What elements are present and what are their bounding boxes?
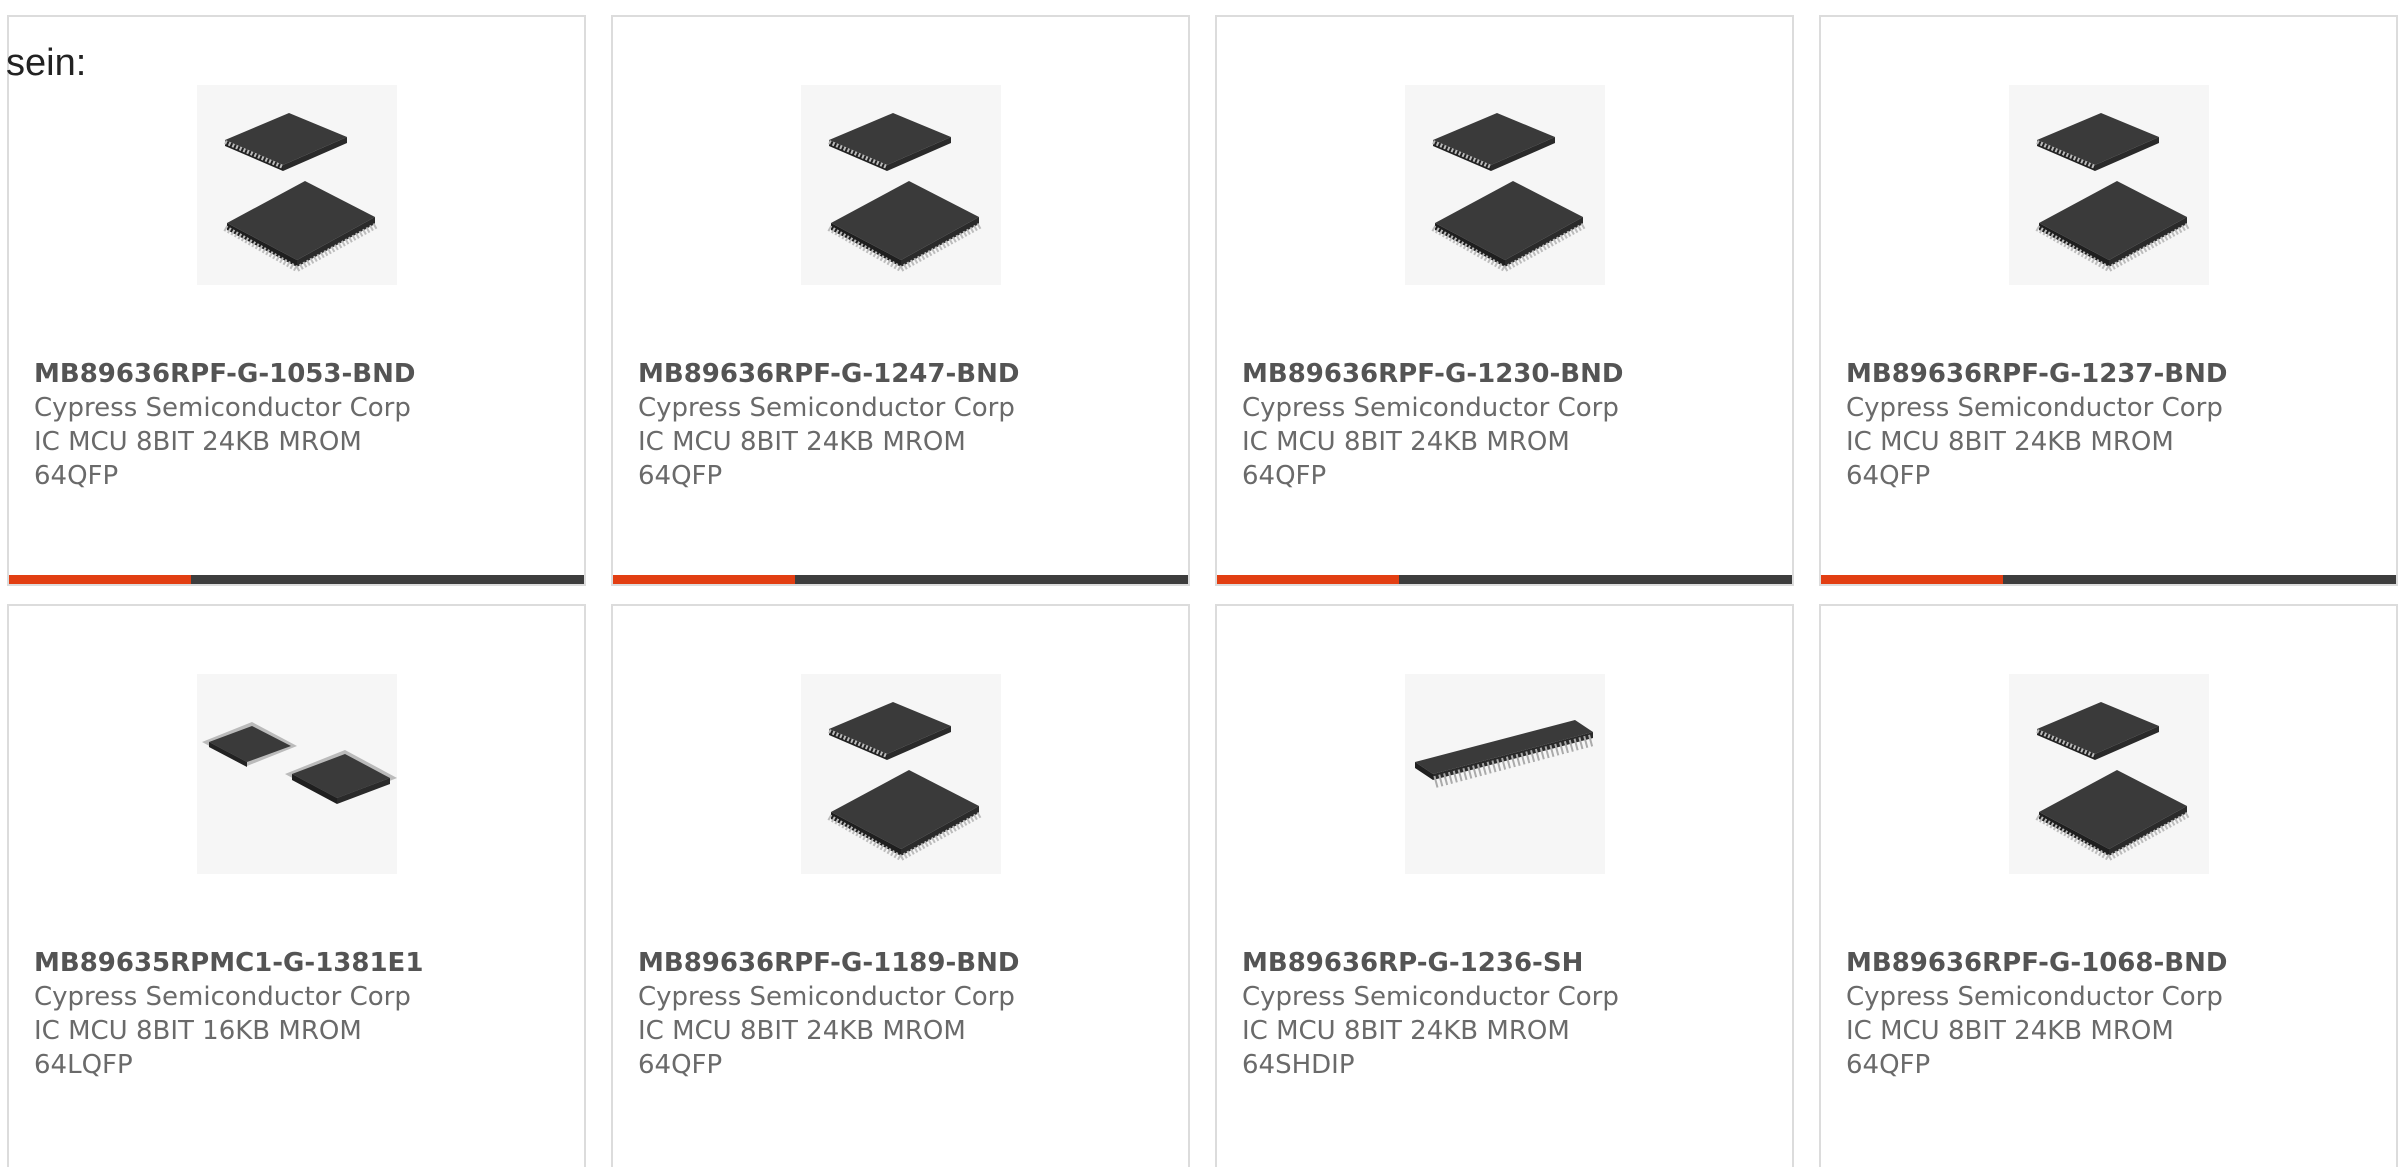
shdip-chip-icon[interactable] xyxy=(1404,674,1605,874)
product-description: IC MCU 8BIT 24KB MROM 64QFP xyxy=(638,1016,966,1080)
lqfp-chip-icon[interactable] xyxy=(196,674,397,874)
manufacturer: Cypress Semiconductor Corp xyxy=(1846,393,2223,423)
manufacturer: Cypress Semiconductor Corp xyxy=(1846,982,2223,1012)
card-bottom-bar xyxy=(1821,575,2396,584)
product-card[interactable]: MB89636RP-G-1236-SH Cypress Semiconducto… xyxy=(1215,604,1794,1167)
product-card[interactable]: MB89636RPF-G-1237-BND Cypress Semiconduc… xyxy=(1819,15,2398,586)
product-description: IC MCU 8BIT 24KB MROM 64QFP xyxy=(1846,427,2174,491)
qfp-chip-icon[interactable] xyxy=(1404,85,1605,285)
manufacturer: Cypress Semiconductor Corp xyxy=(638,393,1015,423)
manufacturer: Cypress Semiconductor Corp xyxy=(1242,393,1619,423)
card-accent-bar xyxy=(1821,575,2003,584)
part-number[interactable]: MB89636RPF-G-1247-BND xyxy=(638,357,1168,391)
card-accent-bar xyxy=(9,575,191,584)
product-description: IC MCU 8BIT 24KB MROM 64QFP xyxy=(34,427,362,491)
qfp-chip-icon[interactable] xyxy=(196,85,397,285)
card-accent-bar xyxy=(1217,575,1399,584)
qfp-chip-icon[interactable] xyxy=(800,674,1001,874)
product-description: IC MCU 8BIT 24KB MROM 64QFP xyxy=(1242,427,1570,491)
product-card[interactable]: MB89636RPF-G-1189-BND Cypress Semiconduc… xyxy=(611,604,1190,1167)
qfp-chip-icon[interactable] xyxy=(800,85,1001,285)
card-bottom-bar xyxy=(613,575,1188,584)
manufacturer: Cypress Semiconductor Corp xyxy=(34,982,411,1012)
intro-text: sein: xyxy=(6,42,87,84)
card-accent-bar xyxy=(613,575,795,584)
product-description: IC MCU 8BIT 24KB MROM 64QFP xyxy=(1846,1016,2174,1080)
product-description: IC MCU 8BIT 24KB MROM 64SHDIP xyxy=(1242,1016,1570,1080)
qfp-chip-icon[interactable] xyxy=(2008,674,2209,874)
part-number[interactable]: MB89636RPF-G-1189-BND xyxy=(638,946,1168,980)
product-card[interactable]: MB89636RPF-G-1247-BND Cypress Semiconduc… xyxy=(611,15,1190,586)
part-number[interactable]: MB89636RPF-G-1053-BND xyxy=(34,357,564,391)
manufacturer: Cypress Semiconductor Corp xyxy=(1242,982,1619,1012)
product-card[interactable]: MB89636RPF-G-1068-BND Cypress Semiconduc… xyxy=(1819,604,2398,1167)
product-card[interactable]: MB89636RPF-G-1230-BND Cypress Semiconduc… xyxy=(1215,15,1794,586)
part-number[interactable]: MB89636RPF-G-1068-BND xyxy=(1846,946,2376,980)
manufacturer: Cypress Semiconductor Corp xyxy=(638,982,1015,1012)
product-description: IC MCU 8BIT 16KB MROM 64LQFP xyxy=(34,1016,362,1080)
qfp-chip-icon[interactable] xyxy=(2008,85,2209,285)
part-number[interactable]: MB89636RPF-G-1237-BND xyxy=(1846,357,2376,391)
card-bottom-bar xyxy=(9,575,584,584)
product-card[interactable]: MB89635RPMC1-G-1381E1 Cypress Semiconduc… xyxy=(7,604,586,1167)
product-description: IC MCU 8BIT 24KB MROM 64QFP xyxy=(638,427,966,491)
part-number[interactable]: MB89635RPMC1-G-1381E1 xyxy=(34,946,564,980)
part-number[interactable]: MB89636RPF-G-1230-BND xyxy=(1242,357,1772,391)
product-card[interactable]: MB89636RPF-G-1053-BND Cypress Semiconduc… xyxy=(7,15,586,586)
manufacturer: Cypress Semiconductor Corp xyxy=(34,393,411,423)
part-number[interactable]: MB89636RP-G-1236-SH xyxy=(1242,946,1772,980)
product-grid: MB89636RPF-G-1053-BND Cypress Semiconduc… xyxy=(7,15,2398,1167)
card-bottom-bar xyxy=(1217,575,1792,584)
